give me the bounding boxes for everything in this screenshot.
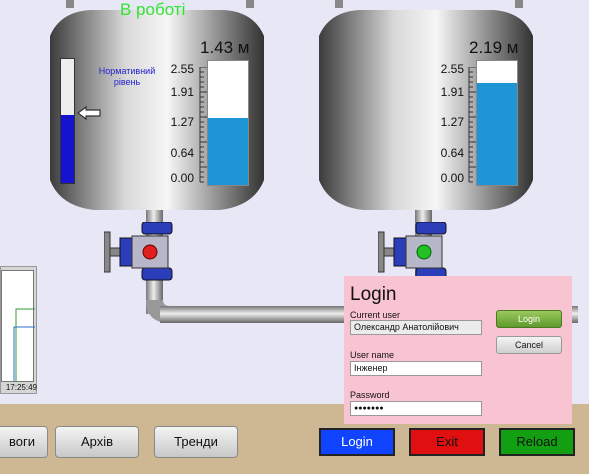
mini-trend-plot	[1, 270, 35, 382]
valve-1-indicator	[142, 244, 158, 260]
valve-2-indicator	[416, 244, 432, 260]
reload-command-button[interactable]: Reload	[499, 428, 575, 456]
scale-tick-label: 0.64	[440, 146, 464, 160]
tank-1-status-title: В роботі	[120, 0, 186, 19]
tank-1-norm-label: Нормативний рівень	[98, 66, 156, 87]
username-label: User name	[350, 350, 395, 360]
tank-1-level-bar	[207, 60, 249, 186]
nav-button-alarms[interactable]: воги	[0, 426, 48, 458]
scale-tick-label: 1.27	[170, 115, 194, 129]
scale-tick-label: 2.55	[440, 62, 464, 76]
nav-button-archive[interactable]: Архів	[55, 426, 139, 458]
scale-tick-label: 0.64	[170, 146, 194, 160]
tank-1-level-fill	[208, 118, 248, 185]
current-user-label: Current user	[350, 310, 401, 320]
tank-1-level-readout: 1.43 м	[200, 38, 250, 57]
tank-1-norm-gauge-fill	[61, 114, 74, 183]
scale-tick-label: 2.55	[170, 62, 194, 76]
arrow-left-icon	[77, 105, 101, 121]
mini-trend-time: 17:25:49	[5, 383, 37, 392]
scale-tick-label: 0.00	[170, 171, 194, 185]
tank-2-level-bar	[476, 60, 518, 186]
dialog-cancel-button[interactable]: Cancel	[496, 336, 562, 354]
login-dialog-title: Login	[350, 284, 397, 305]
login-dialog: Login Current user Олександр Анатолійови…	[344, 276, 572, 424]
mini-trend-lines	[13, 308, 35, 381]
valve-2[interactable]	[378, 222, 450, 282]
login-command-button[interactable]: Login	[319, 428, 395, 456]
dialog-login-button[interactable]: Login	[496, 310, 562, 328]
scale-tick-label: 1.27	[440, 115, 464, 129]
exit-command-button[interactable]: Exit	[409, 428, 485, 456]
password-label: Password	[350, 390, 390, 400]
scale-tick-label: 1.91	[440, 85, 464, 99]
nav-button-trends[interactable]: Тренди	[154, 426, 238, 458]
scale-tick-label: 0.00	[440, 171, 464, 185]
username-field[interactable]: Інженер	[350, 361, 482, 376]
tank-1-norm-gauge	[60, 58, 75, 184]
valve-1[interactable]	[104, 222, 176, 282]
password-field[interactable]: ●●●●●●●	[350, 401, 482, 416]
current-user-field: Олександр Анатолійович	[350, 320, 482, 335]
tank-2-level-fill	[477, 82, 517, 185]
mini-trend-chart[interactable]: 17:25:49	[0, 266, 37, 394]
tank-2-level-readout: 2.19 м	[469, 38, 519, 57]
scale-tick-label: 1.91	[170, 85, 194, 99]
